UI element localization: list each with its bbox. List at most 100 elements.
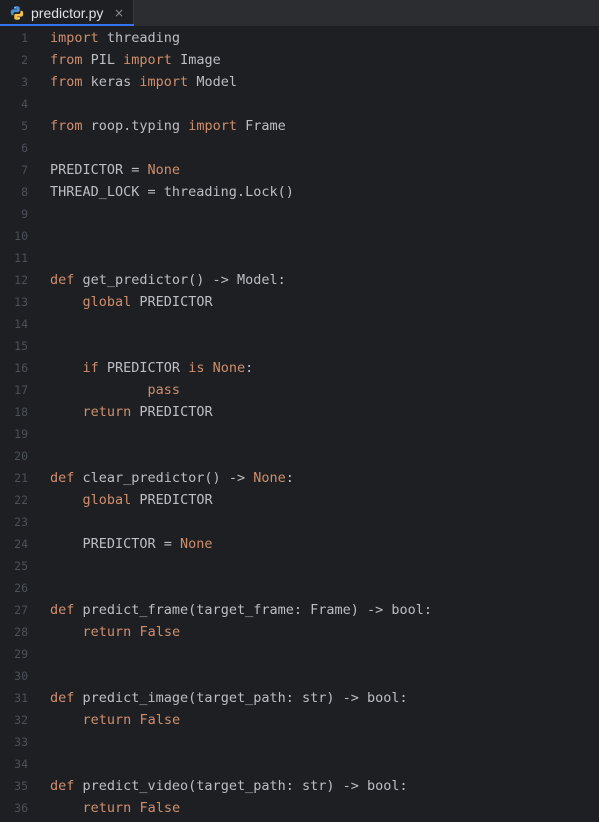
code-keyword: import <box>188 118 237 134</box>
code-line[interactable]: from roop.typing import Frame <box>50 115 286 137</box>
code-keyword: False <box>139 624 181 640</box>
line-number: 5 <box>21 119 28 133</box>
code-keyword: None <box>180 536 213 552</box>
line-number: 8 <box>21 185 28 199</box>
line-number: 14 <box>14 317 28 331</box>
code-line[interactable]: PREDICTOR = None <box>50 533 213 555</box>
line-number: 9 <box>21 207 28 221</box>
line-number: 26 <box>14 581 28 595</box>
line-number: 3 <box>21 75 28 89</box>
code-line[interactable]: from keras import Model <box>50 71 237 93</box>
code-keyword: global <box>82 492 132 508</box>
code-editor[interactable]: 1 2 3 4 5 6 7 8 9 10 11 12 13 14 15 16 17 18 19 20 21 22 23 24 2… <box>0 27 599 822</box>
code-keyword: return <box>82 712 132 728</box>
code-line[interactable]: pass <box>50 379 181 401</box>
code-line[interactable]: global PREDICTOR <box>50 489 213 511</box>
line-number: 36 <box>14 801 28 815</box>
line-number: 23 <box>14 515 28 529</box>
code-line[interactable]: def predict_video(target_path: str) -> b… <box>50 775 408 797</box>
line-number: 24 <box>14 537 28 551</box>
code-keyword: None <box>253 470 286 486</box>
line-number: 19 <box>14 427 28 441</box>
line-number: 22 <box>14 493 28 507</box>
line-number: 4 <box>21 97 28 111</box>
code-line[interactable]: return False <box>50 709 181 731</box>
code-text: clear_predictor() -> <box>74 470 254 486</box>
code-text: get_predictor() -> Model: <box>74 272 286 288</box>
code-line[interactable]: import threading <box>50 27 180 49</box>
code-keyword: return <box>82 800 132 816</box>
code-line[interactable]: if PREDICTOR is None: <box>50 357 254 379</box>
code-line[interactable]: return False <box>50 797 181 819</box>
line-number: 35 <box>14 779 28 793</box>
code-text: PREDICTOR <box>98 360 189 376</box>
code-text: PREDICTOR = <box>50 162 148 178</box>
code-text: PREDICTOR <box>131 294 213 310</box>
code-keyword: from <box>50 52 83 68</box>
code-line[interactable]: def get_predictor() -> Model: <box>50 269 286 291</box>
code-line[interactable]: THREAD_LOCK = threading.Lock() <box>50 181 294 203</box>
active-tab-indicator <box>0 24 134 26</box>
line-number: 11 <box>14 251 28 265</box>
code-keyword: False <box>139 800 181 816</box>
code-text: PREDICTOR <box>131 492 213 508</box>
code-area[interactable]: import threading from PIL import Image fro… <box>50 27 599 822</box>
code-keyword: import <box>50 30 99 46</box>
code-line[interactable]: from PIL import Image <box>50 49 221 71</box>
code-text: : <box>245 360 254 376</box>
code-line[interactable]: return PREDICTOR <box>50 401 213 423</box>
line-number: 2 <box>21 53 28 67</box>
line-number: 17 <box>14 383 28 397</box>
code-keyword: def <box>50 470 75 486</box>
code-line[interactable]: return False <box>50 621 181 643</box>
code-text: predict_image(target_path: str) -> bool: <box>74 690 408 706</box>
line-number: 12 <box>14 273 28 287</box>
code-keyword: is <box>188 360 205 376</box>
line-number: 13 <box>14 295 28 309</box>
code-text: predict_video(target_path: str) -> bool: <box>74 778 408 794</box>
code-text: Model <box>188 74 237 90</box>
close-icon[interactable]: × <box>114 4 124 22</box>
code-text: PREDICTOR = <box>50 536 181 552</box>
line-number: 34 <box>14 757 28 771</box>
python-file-icon <box>9 5 25 21</box>
line-number: 29 <box>14 647 28 661</box>
code-keyword: None <box>147 162 181 178</box>
code-line[interactable]: global PREDICTOR <box>50 291 213 313</box>
line-number: 27 <box>14 603 28 617</box>
line-number: 1 <box>21 31 28 45</box>
code-keyword: def <box>50 690 75 706</box>
code-keyword: def <box>50 602 75 618</box>
code-text: keras <box>82 74 140 90</box>
ide-window: predictor.py × 1 2 3 4 5 6 7 8 9 10 11 12 13 14 15 16 17… <box>0 0 599 822</box>
line-number: 7 <box>21 163 28 177</box>
code-keyword: None <box>212 360 246 376</box>
code-line[interactable]: PREDICTOR = None <box>50 159 180 181</box>
line-number-gutter: 1 2 3 4 5 6 7 8 9 10 11 12 13 14 15 16 17 18 19 20 21 22 23 24 2… <box>0 27 46 822</box>
line-number: 20 <box>14 449 28 463</box>
tab-predictor-py[interactable]: predictor.py × <box>0 0 134 26</box>
code-text: threading <box>98 30 181 46</box>
code-keyword: from <box>50 74 83 90</box>
line-number: 16 <box>14 361 28 375</box>
code-line[interactable]: def predict_image(target_path: str) -> b… <box>50 687 408 709</box>
code-text: roop.typing <box>82 118 189 134</box>
code-keyword: pass <box>147 382 181 398</box>
code-text: Image <box>171 52 221 68</box>
code-text: PIL <box>82 52 124 68</box>
line-number: 15 <box>14 339 28 353</box>
code-text: PREDICTOR <box>131 404 213 420</box>
code-line[interactable]: def clear_predictor() -> None: <box>50 467 294 489</box>
code-keyword: import <box>123 52 172 68</box>
code-line[interactable]: def predict_frame(target_frame: Frame) -… <box>50 599 432 621</box>
code-keyword: False <box>139 712 181 728</box>
